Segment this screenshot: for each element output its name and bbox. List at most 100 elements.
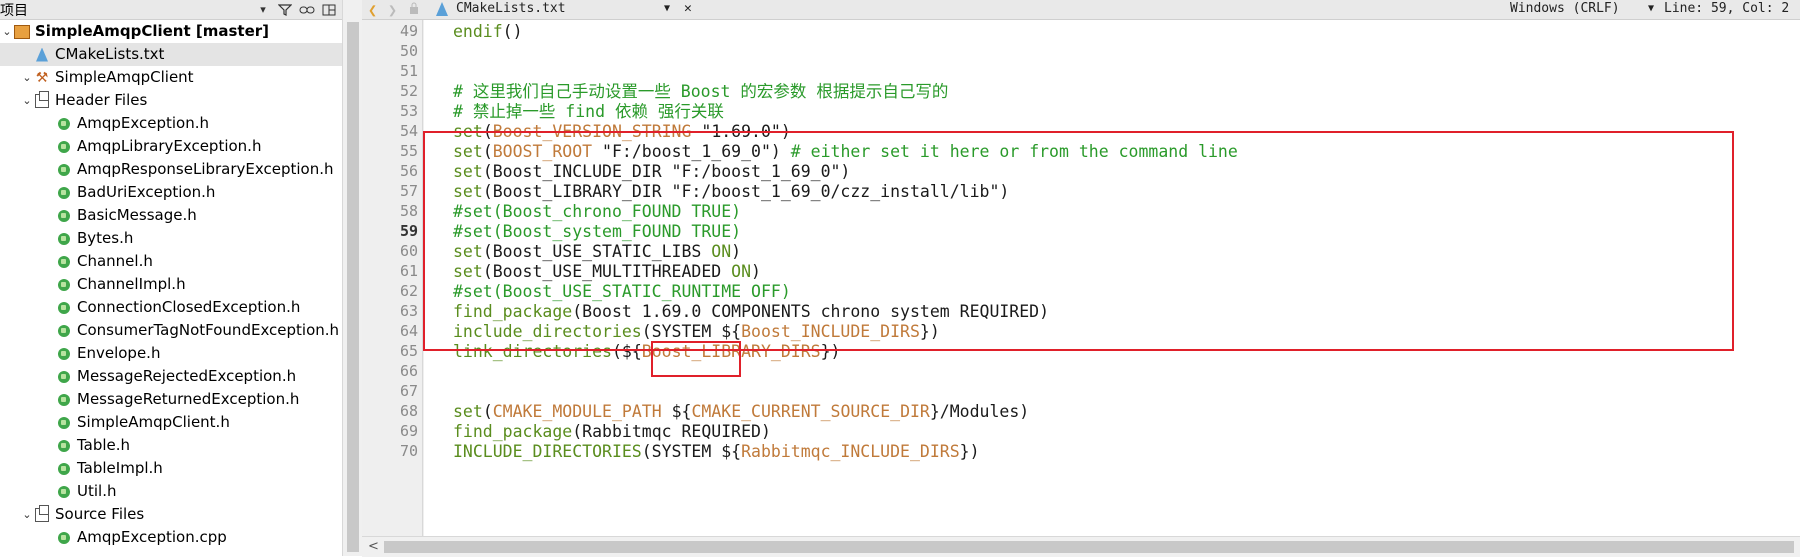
- panel-title: 项目: [0, 2, 28, 19]
- expand-chevron-icon[interactable]: ⌄: [20, 71, 34, 84]
- tree-item-label: CMakeLists.txt: [55, 45, 165, 63]
- project-tree: ⌄ SimpleAmqpClient [master] CMakeLists.txt…: [0, 20, 342, 556]
- dropdown-icon[interactable]: ▾: [252, 0, 274, 19]
- project-icon: [14, 24, 30, 40]
- tree-item[interactable]: AmqpException.h: [0, 112, 342, 135]
- header-file-icon: [56, 323, 72, 339]
- folder-icon: [34, 90, 50, 109]
- header-file-icon: [56, 162, 72, 178]
- tree-item[interactable]: AmqpResponseLibraryException.h: [0, 158, 342, 181]
- tree-item[interactable]: Envelope.h: [0, 342, 342, 365]
- tree-item[interactable]: ConsumerTagNotFoundException.h: [0, 319, 342, 342]
- panel-scrollbar[interactable]: [342, 0, 363, 556]
- tree-item-label: Util.h: [77, 482, 117, 500]
- code-token: endif: [453, 22, 503, 41]
- tree-item[interactable]: BadUriException.h: [0, 181, 342, 204]
- tree-item[interactable]: TableImpl.h: [0, 457, 342, 480]
- code-token: }): [959, 442, 980, 461]
- code-token: INCLUDE_DIRECTORIES: [453, 442, 642, 461]
- tree-item-label: Header Files: [55, 91, 148, 109]
- code-text: INCLUDE_DIRECTORIES(SYSTEM ${Rabbitmqc_I…: [453, 440, 980, 463]
- tree-item[interactable]: ChannelImpl.h: [0, 273, 342, 296]
- forward-arrow-icon[interactable]: ❯: [388, 1, 397, 19]
- tree-item-label: AmqpLibraryException.h: [77, 137, 262, 155]
- header-file-icon: [56, 254, 72, 270]
- code-token: set: [453, 402, 483, 421]
- tree-item[interactable]: ⌄ Source Files: [0, 503, 342, 526]
- tree-item[interactable]: CMakeLists.txt: [0, 43, 342, 66]
- tree-item-label: Envelope.h: [77, 344, 161, 362]
- tree-item-label: ConnectionClosedException.h: [77, 298, 301, 316]
- header-file-icon: [56, 346, 72, 362]
- tree-item-label: SimpleAmqpClient: [55, 68, 194, 86]
- code-token: (Rabbitmqc REQUIRED): [572, 422, 771, 441]
- header-file-icon: [56, 231, 72, 247]
- tree-item-label: Table.h: [77, 436, 131, 454]
- header-file-icon: [56, 369, 72, 385]
- tree-item[interactable]: ⌄ ⚒ SimpleAmqpClient: [0, 66, 342, 89]
- tree-item[interactable]: SimpleAmqpClient.h: [0, 411, 342, 434]
- file-name[interactable]: CMakeLists.txt: [456, 1, 566, 16]
- tree-item[interactable]: ⌄ Header Files: [0, 89, 342, 112]
- header-file-icon: [56, 392, 72, 408]
- project-panel: 项目 ▾ ⌄ SimpleAmqpClient [master] CMakeList…: [0, 0, 362, 556]
- filter-icon[interactable]: [274, 0, 296, 19]
- header-file-icon: [56, 415, 72, 431]
- split-icon[interactable]: [318, 0, 340, 19]
- scroll-left-icon[interactable]: <: [368, 539, 379, 554]
- code-token: # 这里我们自己手动设置一些 Boost 的宏参数 根据提示自己写的: [453, 82, 949, 101]
- header-file-icon: [56, 461, 72, 477]
- header-file-icon: [56, 484, 72, 500]
- tree-item-label: Channel.h: [77, 252, 153, 270]
- code-token: ${: [661, 402, 692, 421]
- code-token: CMAKE_MODULE_PATH: [492, 402, 662, 421]
- line-ending-selector[interactable]: Windows (CRLF): [1510, 1, 1620, 16]
- expand-chevron-icon[interactable]: ⌄: [20, 94, 34, 107]
- panel-scrollbar-thumb[interactable]: [347, 22, 359, 552]
- tree-item-label: SimpleAmqpClient [master]: [35, 22, 270, 40]
- tree-item[interactable]: Bytes.h: [0, 227, 342, 250]
- tree-item-label: ChannelImpl.h: [77, 275, 186, 293]
- tree-item[interactable]: MessageRejectedException.h: [0, 365, 342, 388]
- tree-item[interactable]: AmqpLibraryException.h: [0, 135, 342, 158]
- tree-item-label: ConsumerTagNotFoundException.h: [77, 321, 340, 339]
- tree-item[interactable]: ConnectionClosedException.h: [0, 296, 342, 319]
- header-file-icon: [56, 300, 72, 316]
- tree-item[interactable]: BasicMessage.h: [0, 204, 342, 227]
- expand-chevron-icon[interactable]: ⌄: [20, 508, 34, 521]
- close-doc-icon[interactable]: ✕: [684, 1, 692, 16]
- code-token: CMAKE_CURRENT_SOURCE_DIR: [691, 402, 930, 421]
- tree-item-label: Source Files: [55, 505, 145, 523]
- source-file-icon: [56, 530, 72, 546]
- folder-icon: [34, 504, 50, 523]
- expand-chevron-icon[interactable]: ⌄: [0, 25, 14, 38]
- link-icon[interactable]: [296, 0, 318, 19]
- tree-item-label: BadUriException.h: [77, 183, 216, 201]
- file-dropdown-icon[interactable]: ▼: [664, 3, 670, 14]
- tree-item-label: SimpleAmqpClient.h: [77, 413, 230, 431]
- tree-item[interactable]: Util.h: [0, 480, 342, 503]
- tree-item[interactable]: ⌄ SimpleAmqpClient [master]: [0, 20, 342, 43]
- code-token: # 禁止掉一些 find 依赖 强行关联: [453, 102, 724, 121]
- code-editor: ❮ ❯ CMakeLists.txt ▼ ✕ Windows (CRLF) ▼ …: [362, 0, 1800, 557]
- code-token: }/Modules): [929, 402, 1030, 421]
- tree-item-label: Bytes.h: [77, 229, 134, 247]
- tree-item-label: MessageRejectedException.h: [77, 367, 297, 385]
- line-ending-dropdown-icon[interactable]: ▼: [1648, 3, 1654, 14]
- code-line[interactable]: 70 INCLUDE_DIRECTORIES(SYSTEM ${Rabbitmqc…: [362, 440, 1800, 463]
- tree-item[interactable]: MessageReturnedException.h: [0, 388, 342, 411]
- project-panel-header: 项目 ▾: [0, 0, 362, 20]
- tree-item-label: BasicMessage.h: [77, 206, 197, 224]
- highlight-box-boost-settings: [423, 131, 1734, 351]
- horizontal-scrollbar-thumb[interactable]: [384, 541, 1794, 553]
- back-arrow-icon[interactable]: ❮: [368, 1, 377, 19]
- header-file-icon: [56, 116, 72, 132]
- tree-item[interactable]: AmqpException.cpp: [0, 526, 342, 549]
- tree-item[interactable]: Table.h: [0, 434, 342, 457]
- tree-item[interactable]: Channel.h: [0, 250, 342, 273]
- header-file-icon: [56, 438, 72, 454]
- cmake-file-icon: [34, 47, 50, 63]
- tree-item-label: AmqpResponseLibraryException.h: [77, 160, 334, 178]
- horizontal-scrollbar[interactable]: <: [362, 536, 1800, 557]
- tree-item-label: AmqpException.h: [77, 114, 210, 132]
